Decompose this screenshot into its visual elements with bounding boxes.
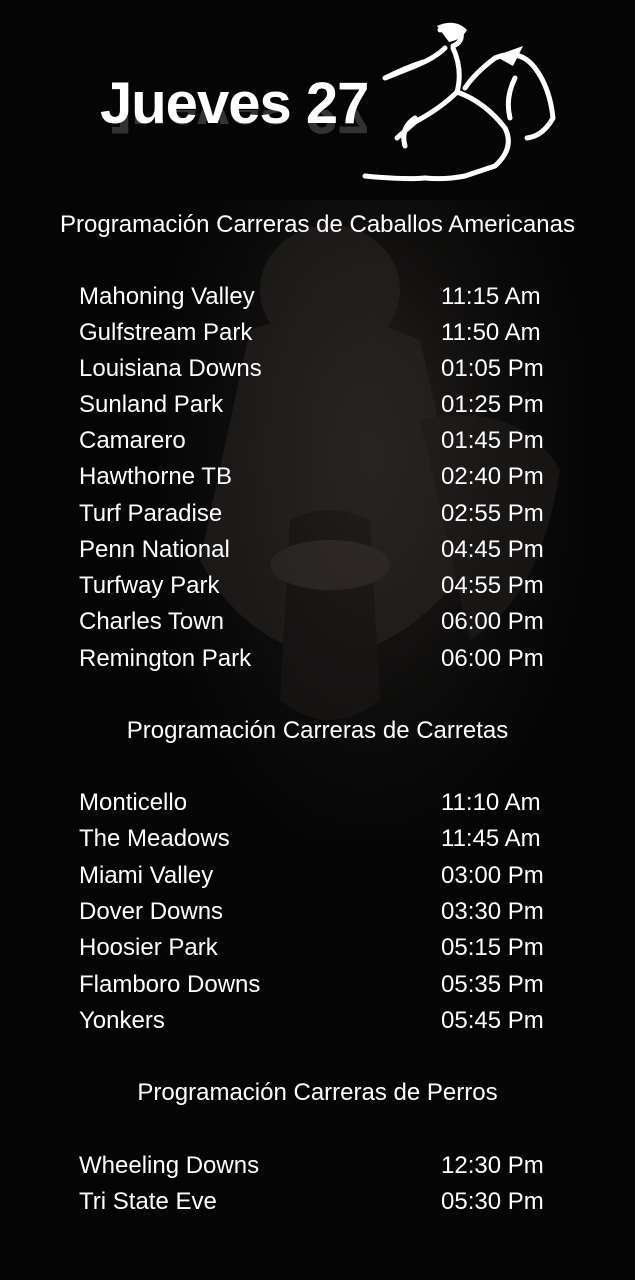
race-row: Hawthorne TB 02:40 Pm xyxy=(79,459,559,495)
race-time: 05:35 Pm xyxy=(441,971,544,998)
race-row: Flamboro Downs 05:35 Pm xyxy=(79,967,559,1003)
section-title-horses: Programación Carreras de Caballos Americ… xyxy=(60,211,575,238)
track-name: Gulfstream Park xyxy=(79,319,253,346)
track-name: Yonkers xyxy=(79,1007,165,1034)
race-row: Penn National 04:45 Pm xyxy=(79,532,559,568)
track-name: Mahoning Valley xyxy=(79,283,255,310)
section-title-harness: Programación Carreras de Carretas xyxy=(126,717,509,744)
race-row: Camarero 01:45 Pm xyxy=(79,423,559,459)
race-time: 01:45 Pm xyxy=(441,427,544,454)
race-row: Sunland Park 01:25 Pm xyxy=(79,387,559,423)
race-time: 06:00 Pm xyxy=(441,608,544,635)
horse-jockey-icon xyxy=(362,22,556,182)
section-title-dogs: Programación Carreras de Perros xyxy=(137,1079,498,1106)
race-row: Louisiana Downs 01:05 Pm xyxy=(79,351,559,387)
track-name: Tri State Eve xyxy=(79,1188,217,1215)
race-row: Mahoning Valley 11:15 Am xyxy=(79,279,559,315)
race-time: 02:55 Pm xyxy=(441,500,544,527)
track-name: Louisiana Downs xyxy=(79,355,262,382)
track-name: Penn National xyxy=(79,536,230,563)
race-time: 11:45 Am xyxy=(441,825,541,852)
track-name: The Meadows xyxy=(79,825,230,852)
track-name: Hawthorne TB xyxy=(79,463,232,490)
race-time: 04:55 Pm xyxy=(441,572,544,599)
track-name: Monticello xyxy=(79,789,188,816)
track-name: Flamboro Downs xyxy=(79,971,261,998)
track-name: Sunland Park xyxy=(79,391,224,418)
track-name: Hoosier Park xyxy=(79,934,218,961)
race-time: 03:00 Pm xyxy=(441,862,544,889)
race-time: 05:15 Pm xyxy=(441,934,544,961)
race-time: 11:15 Am xyxy=(441,283,541,310)
race-time: 04:45 Pm xyxy=(441,536,544,563)
track-name: Camarero xyxy=(79,427,186,454)
track-name: Turfway Park xyxy=(79,572,220,599)
race-time: 12:30 Pm xyxy=(441,1152,544,1179)
race-row: Turf Paradise 02:55 Pm xyxy=(79,496,559,532)
race-row: The Meadows 11:45 Am xyxy=(79,821,559,857)
race-time: 11:10 Am xyxy=(441,789,541,816)
race-time: 01:05 Pm xyxy=(441,355,544,382)
track-name: Dover Downs xyxy=(79,898,224,925)
race-time: 11:50 Am xyxy=(441,319,541,346)
race-row: Remington Park 06:00 Pm xyxy=(79,641,559,677)
race-time: 01:25 Pm xyxy=(441,391,544,418)
race-row: Gulfstream Park 11:50 Am xyxy=(79,315,559,351)
race-row: Hoosier Park 05:15 Pm xyxy=(79,930,559,966)
race-time: 03:30 Pm xyxy=(441,898,544,925)
race-time: 05:45 Pm xyxy=(441,1007,544,1034)
race-row: Wheeling Downs 12:30 Pm xyxy=(79,1148,559,1184)
race-row: Miami Valley 03:00 Pm xyxy=(79,858,559,894)
track-name: Charles Town xyxy=(79,608,224,635)
race-time: 06:00 Pm xyxy=(441,645,544,672)
track-name: Turf Paradise xyxy=(79,500,223,527)
race-row: Dover Downs 03:30 Pm xyxy=(79,894,559,930)
race-time: 05:30 Pm xyxy=(441,1188,544,1215)
track-name: Miami Valley xyxy=(79,862,214,889)
race-row: Charles Town 06:00 Pm xyxy=(79,604,559,640)
race-row: Yonkers 05:45 Pm xyxy=(79,1003,559,1039)
race-row: Monticello 11:10 Am xyxy=(79,785,559,821)
race-row: Turfway Park 04:55 Pm xyxy=(79,568,559,604)
track-name: Remington Park xyxy=(79,645,252,672)
race-time: 02:40 Pm xyxy=(441,463,544,490)
track-name: Wheeling Downs xyxy=(79,1152,260,1179)
race-row: Tri State Eve 05:30 Pm xyxy=(79,1184,559,1220)
